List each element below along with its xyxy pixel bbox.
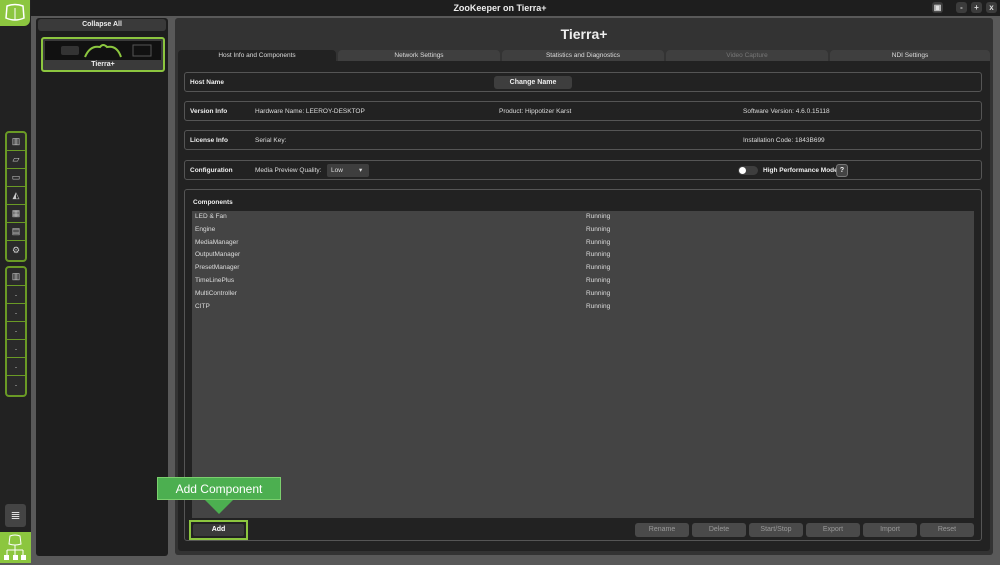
- component-status: Running: [586, 302, 611, 310]
- collapse-all-button[interactable]: Collapse All: [38, 19, 166, 31]
- component-status: Running: [586, 289, 611, 297]
- license-info-label: License Info: [190, 137, 228, 144]
- hardware-name: Hardware Name: LEEROY-DESKTOP: [255, 108, 365, 115]
- device-icon[interactable]: ▤: [7, 223, 25, 241]
- layout-toolbar: ▥ · · · · · ·: [5, 266, 27, 397]
- components-label: Components: [193, 199, 233, 206]
- add-component-tooltip: Add Component: [157, 477, 281, 500]
- mapping-icon[interactable]: ▱: [7, 151, 25, 169]
- media-folder-icon[interactable]: ▭: [7, 169, 25, 187]
- component-status: Running: [586, 238, 611, 246]
- layout-slot[interactable]: ·: [7, 340, 25, 358]
- tab-statistics[interactable]: Statistics and Diagnostics: [502, 50, 664, 61]
- version-info-row: Version Info Hardware Name: LEEROY-DESKT…: [184, 101, 982, 121]
- component-row[interactable]: PresetManager Running: [192, 262, 974, 275]
- configuration-row: Configuration Media Preview Quality: Low…: [184, 160, 982, 180]
- component-status: Running: [586, 276, 611, 284]
- start-stop-button[interactable]: Start/Stop: [749, 523, 803, 537]
- component-name: PresetManager: [195, 264, 240, 272]
- import-button[interactable]: Import: [863, 523, 917, 537]
- screen-icon-button[interactable]: ▣: [932, 2, 943, 13]
- layout-slot[interactable]: ·: [7, 286, 25, 304]
- component-name: MediaManager: [195, 238, 239, 246]
- page-title: Tierra+: [560, 26, 608, 42]
- help-button[interactable]: ?: [836, 164, 848, 177]
- view-toolbar: ▥ ▱ ▭ ◭ ▦ ▤ ⚙: [5, 131, 27, 262]
- media-preview-quality-label: Media Preview Quality:: [255, 167, 322, 174]
- chevron-down-icon: ▾: [359, 167, 363, 174]
- rename-button[interactable]: Rename: [635, 523, 689, 537]
- tab-video-capture[interactable]: Video Capture: [666, 50, 828, 61]
- layout-slot[interactable]: ·: [7, 304, 25, 322]
- close-button[interactable]: x: [986, 2, 997, 13]
- network-tree-icon[interactable]: [0, 532, 31, 563]
- product: Product: Hippotizer Karst: [499, 108, 572, 115]
- installation-code: Installation Code: 1843B699: [743, 137, 825, 144]
- host-list-panel: [36, 18, 168, 556]
- tab-ndi-settings[interactable]: NDI Settings: [830, 50, 990, 61]
- serial-key: Serial Key:: [255, 137, 287, 144]
- maximize-button[interactable]: +: [971, 2, 982, 13]
- layout-slot[interactable]: ·: [7, 322, 25, 340]
- component-status: Running: [586, 225, 611, 233]
- component-status: Running: [586, 213, 611, 220]
- component-name: LED & Fan: [195, 213, 227, 220]
- component-status: Running: [586, 264, 611, 272]
- component-name: TimeLinePlus: [195, 276, 235, 284]
- component-row[interactable]: Engine Running: [192, 224, 974, 237]
- clipboard-icon[interactable]: ≣: [5, 504, 26, 527]
- change-name-button[interactable]: Change Name: [494, 76, 572, 89]
- component-name: Engine: [195, 225, 216, 233]
- license-info-row: License Info Serial Key: Installation Co…: [184, 130, 982, 150]
- add-button[interactable]: Add: [193, 524, 244, 536]
- reset-button[interactable]: Reset: [920, 523, 974, 537]
- layout-slot[interactable]: ·: [7, 358, 25, 376]
- layout-slot[interactable]: ·: [7, 376, 25, 394]
- host-name: Tierra+: [91, 61, 115, 68]
- component-row[interactable]: LED & Fan Running: [192, 211, 974, 224]
- export-button[interactable]: Export: [806, 523, 860, 537]
- gradient-icon[interactable]: ◭: [7, 187, 25, 205]
- columns-icon[interactable]: ▥: [7, 133, 25, 151]
- high-performance-label: High Performance Mode: [763, 167, 838, 174]
- component-row[interactable]: OutputManager Running: [192, 249, 974, 262]
- layout-icon[interactable]: ▥: [7, 268, 25, 286]
- component-row[interactable]: MediaManager Running: [192, 237, 974, 250]
- version-info-label: Version Info: [190, 108, 228, 115]
- tooltip-arrow: [205, 500, 233, 514]
- host-name-row: Host Name Change Name: [184, 72, 982, 92]
- media-icon[interactable]: ▦: [7, 205, 25, 223]
- gears-icon[interactable]: ⚙: [7, 241, 25, 259]
- software-version: Software Version: 4.6.0.15118: [743, 108, 830, 115]
- component-name: MultiController: [195, 289, 237, 297]
- add-button-highlight: Add: [189, 520, 248, 540]
- minimize-button[interactable]: -: [956, 2, 967, 13]
- component-row[interactable]: MultiController Running: [192, 288, 974, 301]
- host-name-label: Host Name: [190, 79, 224, 86]
- component-row[interactable]: CITP Running: [192, 301, 974, 314]
- component-name: CITP: [195, 302, 210, 310]
- host-device-image: [45, 41, 161, 60]
- components-list[interactable]: LED & Fan Running Engine Running MediaManage…: [192, 211, 974, 518]
- host-card-tierra[interactable]: Tierra+: [41, 37, 165, 72]
- component-row[interactable]: TimeLinePlus Running: [192, 275, 974, 288]
- tab-host-info[interactable]: Host Info and Components: [178, 50, 336, 61]
- zookeeper-logo-icon[interactable]: [0, 0, 30, 26]
- delete-button[interactable]: Delete: [692, 523, 746, 537]
- component-status: Running: [586, 251, 611, 259]
- configuration-label: Configuration: [190, 167, 233, 174]
- tab-network-settings[interactable]: Network Settings: [338, 50, 500, 61]
- media-preview-quality-select[interactable]: Low ▾: [327, 164, 369, 177]
- component-name: OutputManager: [195, 251, 241, 259]
- high-performance-toggle[interactable]: [738, 166, 758, 175]
- quality-value: Low: [331, 167, 343, 174]
- window-title: ZooKeeper on Tierra+: [453, 3, 547, 13]
